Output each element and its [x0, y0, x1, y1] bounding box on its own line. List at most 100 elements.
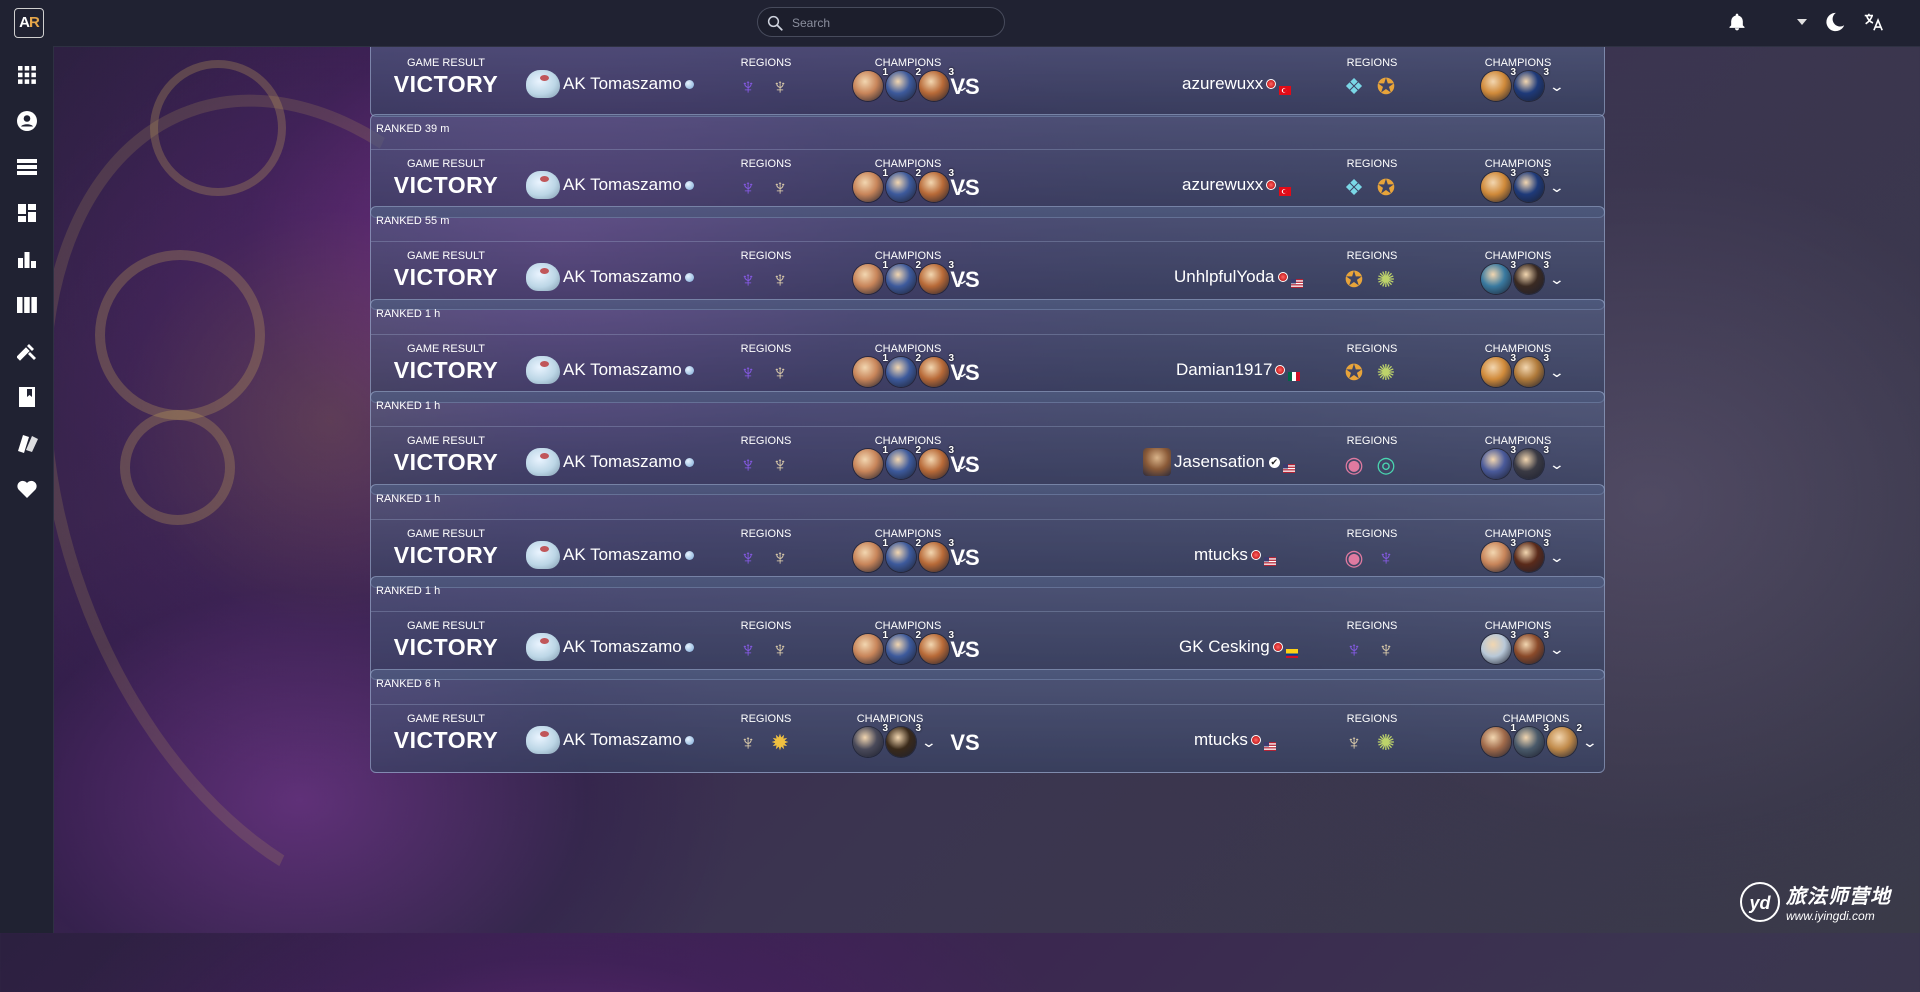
champion-portrait[interactable]: 3: [1481, 353, 1516, 387]
bell-icon[interactable]: [1727, 11, 1747, 33]
match-card[interactable]: RANKED 6 h GAME RESULT VICTORY AK Tomaszamo…: [370, 669, 1605, 773]
opponent-name[interactable]: Jasensation ✔: [1143, 447, 1295, 477]
champion-portrait[interactable]: 1: [853, 353, 888, 387]
champion-portrait[interactable]: 3: [1481, 67, 1516, 101]
region-targon-icon[interactable]: ✺: [1372, 359, 1400, 387]
region-targon-icon[interactable]: ✺: [1372, 729, 1400, 757]
champion-portrait[interactable]: 1: [853, 260, 888, 294]
region-freljord-icon[interactable]: ❖: [1340, 73, 1368, 101]
region-targon-icon[interactable]: ✺: [1372, 266, 1400, 294]
champion-portrait[interactable]: 3: [1481, 445, 1516, 479]
expand-chevron-icon[interactable]: ⌄: [1549, 641, 1565, 658]
region-void-icon[interactable]: ♆: [1340, 636, 1368, 664]
opponent-name[interactable]: mtucks: [1194, 540, 1276, 570]
region-shurima-icon[interactable]: ✪: [1340, 266, 1368, 294]
champion-portrait[interactable]: 1: [853, 67, 888, 101]
champion-portrait[interactable]: 2: [886, 445, 921, 479]
sidebar-item-book[interactable]: [16, 386, 38, 408]
region-bilgewater-icon[interactable]: ♆: [766, 544, 794, 572]
region-bandle-icon[interactable]: ◉: [1340, 544, 1368, 572]
region-void-icon[interactable]: ♆: [734, 636, 762, 664]
champion-portrait[interactable]: 3: [1514, 445, 1549, 479]
champion-portrait[interactable]: 3: [1514, 723, 1549, 757]
region-bilgewater-icon[interactable]: ♆: [1340, 729, 1368, 757]
expand-chevron-icon[interactable]: ⌄: [1582, 734, 1598, 751]
champion-portrait[interactable]: 1: [1481, 723, 1516, 757]
app-logo[interactable]: AR: [14, 8, 44, 38]
region-shurima-icon[interactable]: ✪: [1340, 359, 1368, 387]
champion-portrait[interactable]: 1: [853, 630, 888, 664]
region-void-icon[interactable]: ♆: [734, 174, 762, 202]
opponent-name[interactable]: Damian1917: [1176, 355, 1301, 385]
champion-portrait[interactable]: 2: [886, 67, 921, 101]
player-name[interactable]: AK Tomaszamo: [526, 170, 694, 200]
match-card[interactable]: RANKED 39 m GAME RESULT VICTORY AK Tomaszam…: [370, 114, 1605, 218]
champion-portrait[interactable]: 3: [1481, 538, 1516, 572]
sidebar-item-dashboard[interactable]: [16, 202, 38, 224]
expand-chevron-icon[interactable]: ⌄: [1549, 549, 1565, 566]
match-card[interactable]: RANKED 1 h GAME RESULT VICTORY AK Tomaszamo…: [370, 299, 1605, 403]
opponent-name[interactable]: mtucks: [1194, 725, 1276, 755]
champion-portrait[interactable]: 2: [1547, 723, 1582, 757]
champion-portrait[interactable]: 3: [1514, 67, 1549, 101]
champion-portrait[interactable]: 1: [853, 538, 888, 572]
region-bilgewater-icon[interactable]: ♆: [766, 636, 794, 664]
dark-mode-icon[interactable]: [1824, 11, 1846, 33]
region-bandle-icon[interactable]: ◉: [1340, 451, 1368, 479]
champion-portrait[interactable]: 3: [1514, 630, 1549, 664]
match-card[interactable]: RANKED 1 h GAME RESULT VICTORY AK Tomaszamo…: [370, 391, 1605, 495]
match-card[interactable]: RANKED 1 h GAME RESULT VICTORY AK Tomaszamo…: [370, 484, 1605, 588]
opponent-name[interactable]: UnhlpfulYoda: [1174, 262, 1303, 292]
player-name[interactable]: AK Tomaszamo: [526, 447, 694, 477]
expand-chevron-icon[interactable]: ⌄: [1549, 271, 1565, 288]
match-card[interactable]: RANKED 1 h GAME RESULT VICTORY AK Tomaszamo…: [370, 576, 1605, 680]
expand-chevron-icon[interactable]: ⌄: [1549, 78, 1565, 95]
region-void-icon[interactable]: ♆: [1372, 544, 1400, 572]
champion-portrait[interactable]: 3: [1514, 168, 1549, 202]
champion-portrait[interactable]: 3: [1514, 353, 1549, 387]
champion-portrait[interactable]: 3: [1481, 630, 1516, 664]
region-targon-sun-icon[interactable]: ✹: [766, 729, 794, 757]
player-name[interactable]: AK Tomaszamo: [526, 355, 694, 385]
expand-chevron-icon[interactable]: ⌄: [1549, 456, 1565, 473]
player-name[interactable]: AK Tomaszamo: [526, 262, 694, 292]
search-input[interactable]: [790, 13, 994, 33]
region-void-icon[interactable]: ♆: [734, 266, 762, 294]
search-box[interactable]: [757, 7, 1005, 37]
caret-down-icon[interactable]: [1797, 18, 1807, 26]
sidebar-item-columns[interactable]: [16, 294, 38, 316]
champion-portrait[interactable]: 2: [886, 630, 921, 664]
sidebar-item-list[interactable]: [16, 156, 38, 178]
region-void-icon[interactable]: ♆: [734, 73, 762, 101]
champion-portrait[interactable]: 3: [1514, 260, 1549, 294]
player-name[interactable]: AK Tomaszamo: [526, 725, 694, 755]
region-shurima-icon[interactable]: ✪: [1372, 174, 1400, 202]
sidebar-item-account[interactable]: [16, 110, 38, 132]
champion-portrait[interactable]: 2: [886, 538, 921, 572]
region-bilgewater-icon[interactable]: ♆: [1372, 636, 1400, 664]
opponent-name[interactable]: azurewuxx: [1182, 69, 1292, 99]
expand-chevron-icon[interactable]: ⌄: [1549, 179, 1565, 196]
expand-chevron-icon[interactable]: ⌄: [1549, 364, 1565, 381]
region-bilgewater-icon[interactable]: ♆: [766, 174, 794, 202]
sidebar-item-stats[interactable]: [16, 248, 38, 270]
sidebar-item-grid[interactable]: [16, 64, 38, 86]
region-freljord-icon[interactable]: ❖: [1340, 174, 1368, 202]
champion-portrait[interactable]: 3: [1514, 538, 1549, 572]
region-shadow-icon[interactable]: ◎: [1372, 451, 1400, 479]
sidebar-item-favorites[interactable]: [16, 478, 38, 500]
champion-portrait[interactable]: 3: [1481, 168, 1516, 202]
opponent-name[interactable]: azurewuxx: [1182, 170, 1292, 200]
region-bilgewater-icon[interactable]: ♆: [766, 73, 794, 101]
translate-icon[interactable]: [1862, 11, 1884, 33]
champion-portrait[interactable]: 3: [886, 723, 921, 757]
region-void-icon[interactable]: ♆: [734, 359, 762, 387]
champion-portrait[interactable]: 2: [886, 168, 921, 202]
region-shurima-icon[interactable]: ✪: [1372, 73, 1400, 101]
sidebar-item-cards[interactable]: [16, 432, 38, 454]
player-name[interactable]: AK Tomaszamo: [526, 69, 694, 99]
sidebar-item-tools[interactable]: [16, 340, 38, 362]
region-bilgewater-icon[interactable]: ♆: [766, 451, 794, 479]
champion-portrait[interactable]: 2: [886, 260, 921, 294]
player-name[interactable]: AK Tomaszamo: [526, 632, 694, 662]
